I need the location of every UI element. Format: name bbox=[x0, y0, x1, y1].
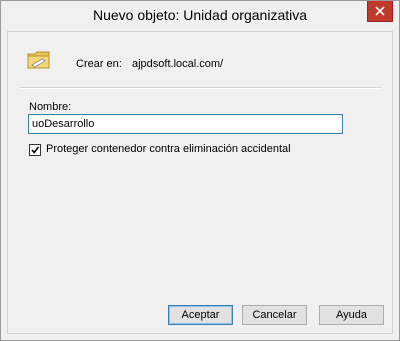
dialog-window: Nuevo objeto: Unidad organizativa Crear … bbox=[0, 0, 400, 341]
protect-checkbox-label[interactable]: Proteger contenedor contra eliminación a… bbox=[46, 143, 291, 155]
create-in-label: Crear en: bbox=[76, 58, 122, 70]
close-button[interactable] bbox=[367, 1, 393, 22]
checkmark-icon bbox=[31, 146, 40, 154]
name-input[interactable] bbox=[28, 114, 343, 134]
name-label: Nombre: bbox=[29, 101, 72, 113]
create-in-path: ajpdsoft.local.com/ bbox=[132, 58, 224, 70]
separator bbox=[20, 87, 382, 89]
dialog-content: Crear en: ajpdsoft.local.com/ Nombre: Pr… bbox=[7, 31, 393, 334]
help-button[interactable]: Ayuda bbox=[319, 305, 384, 325]
organizational-unit-folder-icon bbox=[27, 51, 50, 69]
window-title: Nuevo objeto: Unidad organizativa bbox=[92, 7, 308, 23]
protect-checkbox[interactable] bbox=[29, 144, 41, 156]
close-icon bbox=[375, 6, 385, 16]
cancel-button[interactable]: Cancelar bbox=[242, 305, 307, 325]
ok-button[interactable]: Aceptar bbox=[168, 305, 233, 325]
title-bar[interactable]: Nuevo objeto: Unidad organizativa bbox=[1, 1, 399, 31]
